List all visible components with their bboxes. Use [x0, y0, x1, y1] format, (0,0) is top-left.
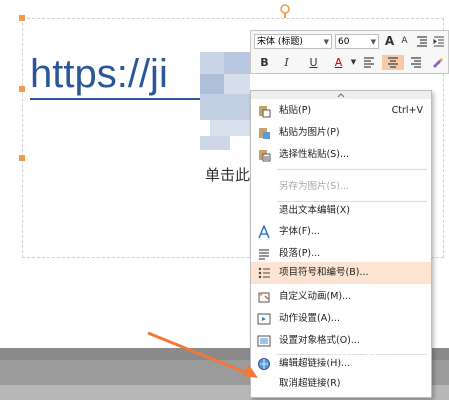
bullets-icon	[258, 267, 270, 279]
underline-button[interactable]: U	[306, 55, 321, 70]
paste-special-icon	[259, 150, 271, 162]
resize-handle-middle-left[interactable]	[19, 86, 25, 92]
paste-icon	[259, 106, 271, 118]
placeholder-hint-text: 单击此	[205, 166, 251, 184]
resize-handle-bottom-left[interactable]	[19, 155, 25, 161]
menu-item-label: 粘贴(P)	[279, 105, 312, 116]
menu-item-font[interactable]: 字体(F)...	[251, 221, 431, 243]
indent-icon[interactable]	[431, 34, 446, 49]
paragraph-icon	[259, 249, 269, 260]
menu-item-bullets-numbering[interactable]: 项目符号和编号(B)...	[251, 262, 431, 284]
italic-button[interactable]: I	[279, 55, 294, 70]
menu-item-save-as-picture[interactable]: 另存为图片(S)...	[251, 176, 431, 198]
menu-item-label: 项目符号和编号(B)...	[279, 267, 369, 278]
align-left-icon[interactable]	[361, 55, 376, 70]
hyperlink-text[interactable]: https://ji	[30, 52, 168, 97]
align-right-icon[interactable]	[408, 55, 423, 70]
menu-item-exit-text-edit[interactable]: 退出文本编辑(X)	[251, 200, 431, 222]
menu-item-paste-special[interactable]: 选择性粘贴(S)...	[251, 144, 431, 166]
bold-button[interactable]: B	[257, 55, 272, 70]
font-name-value: 宋体 (标题)	[257, 37, 303, 47]
menu-item-label: 粘贴为图片(P)	[279, 127, 340, 138]
line-spacing-icon[interactable]	[414, 34, 429, 49]
font-size-value: 60	[338, 37, 350, 47]
watermark-logo: Baidu 经验	[318, 349, 391, 365]
align-center-icon[interactable]	[382, 55, 404, 70]
menu-item-action-settings[interactable]: 动作设置(A)...	[251, 308, 431, 330]
font-color-button[interactable]: A	[331, 55, 346, 70]
menu-item-label: 选择性粘贴(S)...	[279, 149, 350, 160]
menu-item-paste[interactable]: 粘贴(P) Ctrl+V	[251, 100, 431, 122]
menu-item-custom-animation[interactable]: 自定义动画(M)...	[251, 286, 431, 308]
mini-toolbar: 宋体 (标题) ▼ 60 ▼ A A B I U A ▼	[250, 30, 449, 74]
paste-as-picture-icon	[259, 128, 270, 139]
menu-item-shortcut: Ctrl+V	[391, 105, 423, 116]
watermark-url: jingyan.baidu.com	[352, 374, 426, 383]
menu-scroll-top[interactable]	[251, 91, 431, 99]
rotate-handle-icon[interactable]	[279, 4, 291, 18]
annotation-arrow-icon	[147, 331, 258, 378]
font-size-select[interactable]: 60 ▼	[335, 34, 379, 49]
menu-item-label: 动作设置(A)...	[279, 313, 340, 324]
menu-item-label: 字体(F)...	[279, 226, 320, 237]
custom-animation-icon	[258, 292, 270, 303]
action-settings-icon	[257, 313, 271, 325]
menu-item-paste-as-picture[interactable]: 粘贴为图片(P)	[251, 122, 431, 144]
chevron-down-icon: ▼	[370, 38, 376, 46]
grow-font-button[interactable]: A	[382, 34, 397, 49]
menu-separator	[277, 169, 427, 170]
chevron-down-icon[interactable]: ▼	[346, 55, 361, 70]
shrink-font-button[interactable]: A	[397, 34, 412, 49]
font-icon	[258, 225, 270, 239]
font-name-select[interactable]: 宋体 (标题) ▼	[254, 34, 332, 49]
chevron-down-icon: ▼	[323, 38, 329, 46]
menu-item-label: 取消超链接(R)	[279, 378, 341, 389]
menu-item-label: 自定义动画(M)...	[279, 291, 352, 302]
menu-item-label: 退出文本编辑(X)	[279, 205, 350, 216]
menu-item-label: 另存为图片(S)...	[279, 181, 350, 192]
format-painter-icon[interactable]	[429, 55, 444, 70]
resize-handle-top-left[interactable]	[19, 15, 25, 21]
